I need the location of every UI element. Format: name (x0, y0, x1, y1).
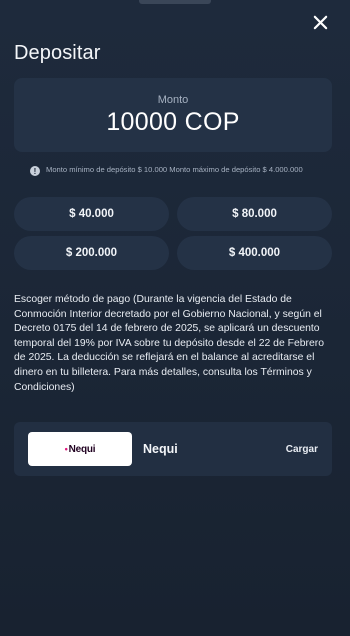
info-icon: ! (30, 166, 40, 176)
preset-80000-button[interactable]: $ 80.000 (177, 197, 332, 231)
preset-40000-button[interactable]: $ 40.000 (14, 197, 169, 231)
preset-amounts: $ 40.000 $ 80.000 $ 200.000 $ 400.000 (14, 197, 332, 270)
amount-display[interactable]: Monto 10000 COP (14, 78, 332, 152)
deposit-limits: ! Monto mínimo de depósito $ 10.000 Mont… (30, 165, 330, 176)
payment-method-prompt: Escoger método de pago (Durante la vigen… (14, 294, 324, 393)
preset-200000-button[interactable]: $ 200.000 (14, 236, 169, 270)
nequi-logo: • Nequi (28, 432, 132, 466)
amount-label: Monto (157, 93, 189, 106)
close-icon (313, 15, 327, 29)
sheet-handle[interactable] (139, 0, 211, 4)
payment-method-nequi[interactable]: • Nequi Nequi Cargar (14, 422, 332, 476)
deposit-limits-text: Monto mínimo de depósito $ 10.000 Monto … (46, 165, 303, 174)
amount-value[interactable]: 10000 COP (106, 108, 239, 137)
nequi-logo-text: Nequi (68, 443, 96, 455)
nequi-logo-mark-icon: • (64, 444, 68, 454)
payment-method-name: Nequi (143, 442, 178, 456)
close-button[interactable] (308, 10, 332, 34)
charge-button[interactable]: Cargar (286, 444, 318, 455)
preset-400000-button[interactable]: $ 400.000 (177, 236, 332, 270)
page-title: Depositar (14, 42, 101, 64)
deposit-sheet: Depositar Monto 10000 COP ! Monto mínimo… (0, 0, 350, 636)
